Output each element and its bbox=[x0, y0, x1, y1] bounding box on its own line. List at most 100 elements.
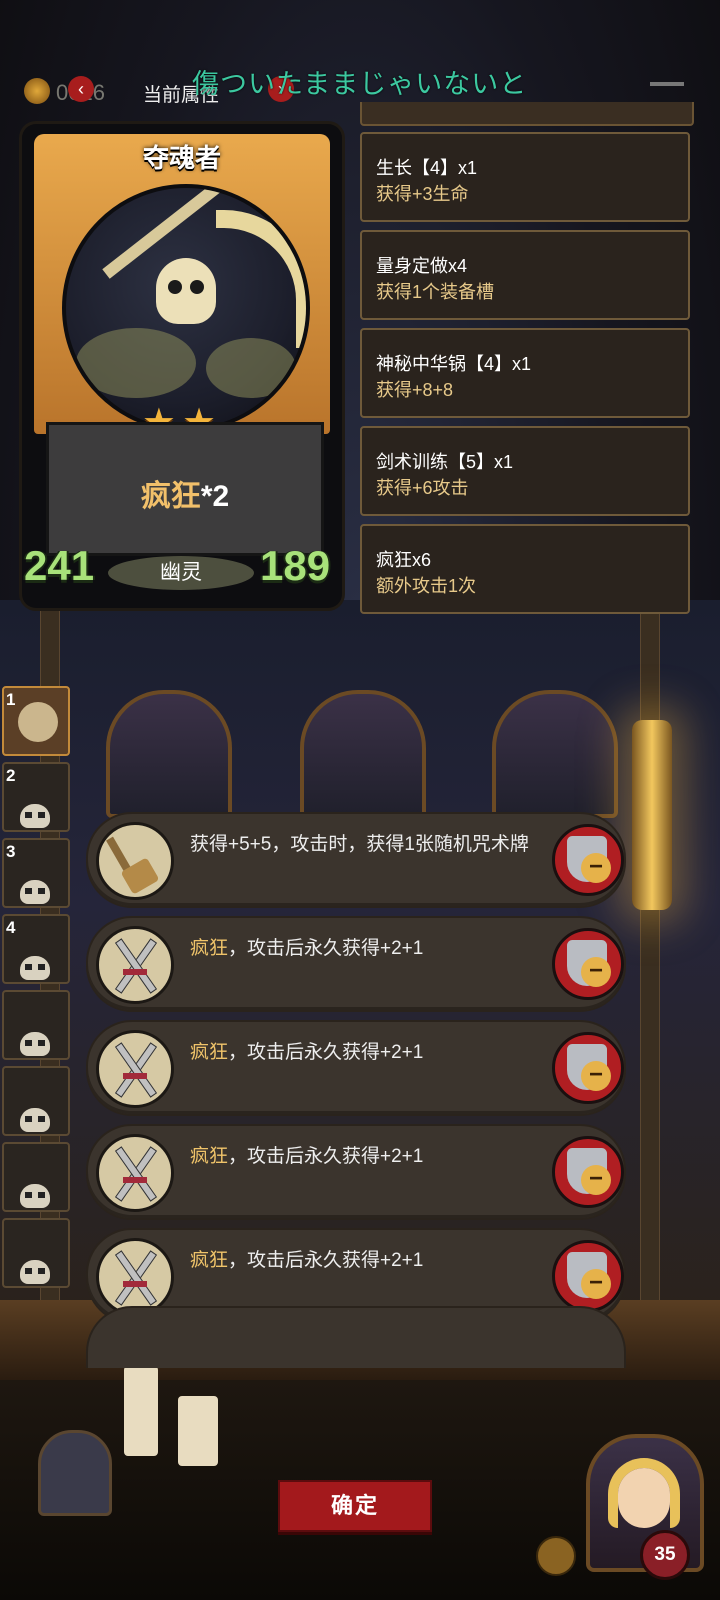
background-portrait bbox=[492, 690, 618, 818]
skull-icon bbox=[20, 1108, 50, 1132]
confirm-button[interactable]: 确定 bbox=[278, 1480, 432, 1532]
character-tab-1[interactable]: 1 bbox=[2, 686, 70, 756]
attribute-name: 神秘中华锅【4】x1 bbox=[376, 354, 532, 374]
background-portrait bbox=[106, 690, 232, 818]
modifier-row: 疯狂，攻击后永久获得+2+1 − bbox=[86, 1020, 626, 1116]
minus-icon: − bbox=[581, 957, 611, 987]
candle-icon bbox=[124, 1366, 158, 1456]
skull-icon bbox=[20, 1260, 50, 1284]
opponent-portrait bbox=[38, 1430, 112, 1516]
skull-icon bbox=[156, 258, 216, 324]
sword-hilt bbox=[123, 1281, 147, 1287]
crossed-swords-icon bbox=[96, 1030, 174, 1108]
modifier-text: 疯狂，攻击后永久获得+2+1 bbox=[190, 1248, 530, 1274]
modifier-description: 获得+5+5，攻击时，获得1张随机咒术牌 bbox=[190, 834, 529, 855]
modifier-description: ，攻击后永久获得+2+1 bbox=[228, 1042, 424, 1063]
crossed-swords-icon bbox=[96, 1238, 174, 1316]
modifier-text: 疯狂，攻击后永久获得+2+1 bbox=[190, 1144, 530, 1170]
character-tab-5[interactable] bbox=[2, 990, 70, 1060]
attribute-name: 量身定做x4 bbox=[376, 256, 468, 276]
modifier-row: 疯狂，攻击后永久获得+2+1 − bbox=[86, 1124, 626, 1220]
unit-name: 夺魂者 bbox=[142, 143, 221, 173]
attribute-effect: 获得+6攻击 bbox=[376, 478, 469, 498]
skull-eye bbox=[168, 280, 182, 294]
crossed-swords-icon bbox=[96, 1134, 174, 1212]
health-stat: 189 bbox=[260, 542, 339, 596]
skull-eye bbox=[190, 280, 204, 294]
attribute-item[interactable]: 神秘中华锅【4】x1 获得+8+8 bbox=[360, 328, 690, 418]
modifier-row: 疯狂，攻击后永久获得+2+1 − bbox=[86, 916, 626, 1012]
attribute-name: 剑术训练【5】x1 bbox=[376, 452, 514, 472]
card-description: 疯狂*2 bbox=[49, 471, 321, 515]
attribute-item[interactable]: 剑术训练【5】x1 获得+6攻击 bbox=[360, 426, 690, 516]
modifier-keyword: 疯狂 bbox=[190, 1250, 229, 1271]
subtitle-overlay: 傷ついたままじゃいないと bbox=[192, 69, 528, 99]
crossed-swords-icon bbox=[96, 926, 174, 1004]
hero-face bbox=[618, 1468, 670, 1528]
attribute-effect: 获得+8+8 bbox=[376, 380, 454, 400]
lamp-icon bbox=[632, 720, 672, 910]
remove-modifier-button[interactable]: − bbox=[552, 1240, 624, 1312]
background-pillar bbox=[640, 600, 660, 1302]
minus-icon: − bbox=[581, 1061, 611, 1091]
skull-icon bbox=[20, 956, 50, 980]
remove-modifier-button[interactable]: − bbox=[552, 1136, 624, 1208]
tab-number: 1 bbox=[6, 690, 16, 709]
candle-icon bbox=[178, 1396, 218, 1466]
character-tab-8[interactable] bbox=[2, 1218, 70, 1288]
reaper-skeleton-art bbox=[62, 184, 310, 432]
modifier-keyword: 疯狂 bbox=[190, 938, 229, 959]
modifier-row-partial bbox=[86, 1306, 626, 1368]
minus-icon: − bbox=[581, 1269, 611, 1299]
attribute-name: 疯狂x6 bbox=[376, 550, 432, 570]
character-tab-2[interactable]: 2 bbox=[2, 762, 70, 832]
character-tab-4[interactable]: 4 bbox=[2, 914, 70, 984]
modifier-description: ，攻击后永久获得+2+1 bbox=[228, 1250, 424, 1271]
bell-icon[interactable] bbox=[536, 1536, 576, 1576]
tab-number: 4 bbox=[6, 918, 16, 937]
attribute-name: 生长【4】x1 bbox=[376, 158, 478, 178]
modifier-text: 疯狂，攻击后永久获得+2+1 bbox=[190, 1040, 530, 1066]
character-tab-3[interactable]: 3 bbox=[2, 838, 70, 908]
remove-modifier-button[interactable]: − bbox=[552, 1032, 624, 1104]
attribute-effect: 获得1个装备槽 bbox=[376, 282, 495, 302]
modifier-keyword: 疯狂 bbox=[190, 1042, 229, 1063]
attribute-list-top-edge bbox=[360, 102, 694, 126]
attribute-item[interactable]: 量身定做x4 获得1个装备槽 bbox=[360, 230, 690, 320]
minus-icon: − bbox=[581, 853, 611, 883]
broom-icon bbox=[96, 822, 174, 900]
attribute-effect: 获得+3生命 bbox=[376, 184, 469, 204]
modifier-text: 疯狂，攻击后永久获得+2+1 bbox=[190, 936, 530, 962]
modifier-row: 获得+5+5，攻击时，获得1张随机咒术牌 − bbox=[86, 812, 626, 908]
character-tab-7[interactable] bbox=[2, 1142, 70, 1212]
coin-icon bbox=[24, 78, 50, 104]
modifier-description: ，攻击后永久获得+2+1 bbox=[228, 938, 424, 959]
modifier-description: ，攻击后永久获得+2+1 bbox=[228, 1146, 424, 1167]
sword-hilt bbox=[123, 969, 147, 975]
modifier-text: 获得+5+5，攻击时，获得1张随机咒术牌 bbox=[190, 832, 530, 858]
prev-arrow-button[interactable]: ‹ bbox=[68, 76, 94, 102]
description-rest: *2 bbox=[200, 480, 230, 513]
description-keyword: 疯狂 bbox=[140, 480, 201, 513]
unit-card: 夺魂者 ★★ 疯狂*2 241 幽灵 189 bbox=[22, 124, 342, 608]
hero-level-badge: 35 bbox=[640, 1530, 690, 1580]
card-description-box: 疯狂*2 bbox=[46, 422, 324, 556]
skull-icon bbox=[20, 804, 50, 828]
attribute-item[interactable]: 疯狂x6 额外攻击1次 bbox=[360, 524, 690, 614]
sword-hilt bbox=[123, 1177, 147, 1183]
modifier-keyword: 疯狂 bbox=[190, 1146, 229, 1167]
tab-number: 2 bbox=[6, 766, 16, 785]
character-tab-6[interactable] bbox=[2, 1066, 70, 1136]
smoke-swirl bbox=[76, 328, 196, 398]
attribute-item[interactable]: 生长【4】x1 获得+3生命 bbox=[360, 132, 690, 222]
attribute-effect: 额外攻击1次 bbox=[376, 576, 477, 596]
tab-number: 3 bbox=[6, 842, 16, 861]
attack-stat: 241 bbox=[24, 542, 95, 589]
skull-icon bbox=[20, 1032, 50, 1056]
remove-modifier-button[interactable]: − bbox=[552, 824, 624, 896]
remove-modifier-button[interactable]: − bbox=[552, 928, 624, 1000]
skull-icon bbox=[20, 1184, 50, 1208]
minus-icon: − bbox=[581, 1165, 611, 1195]
skull-icon bbox=[20, 880, 50, 904]
race-label: 幽灵 bbox=[108, 556, 254, 590]
